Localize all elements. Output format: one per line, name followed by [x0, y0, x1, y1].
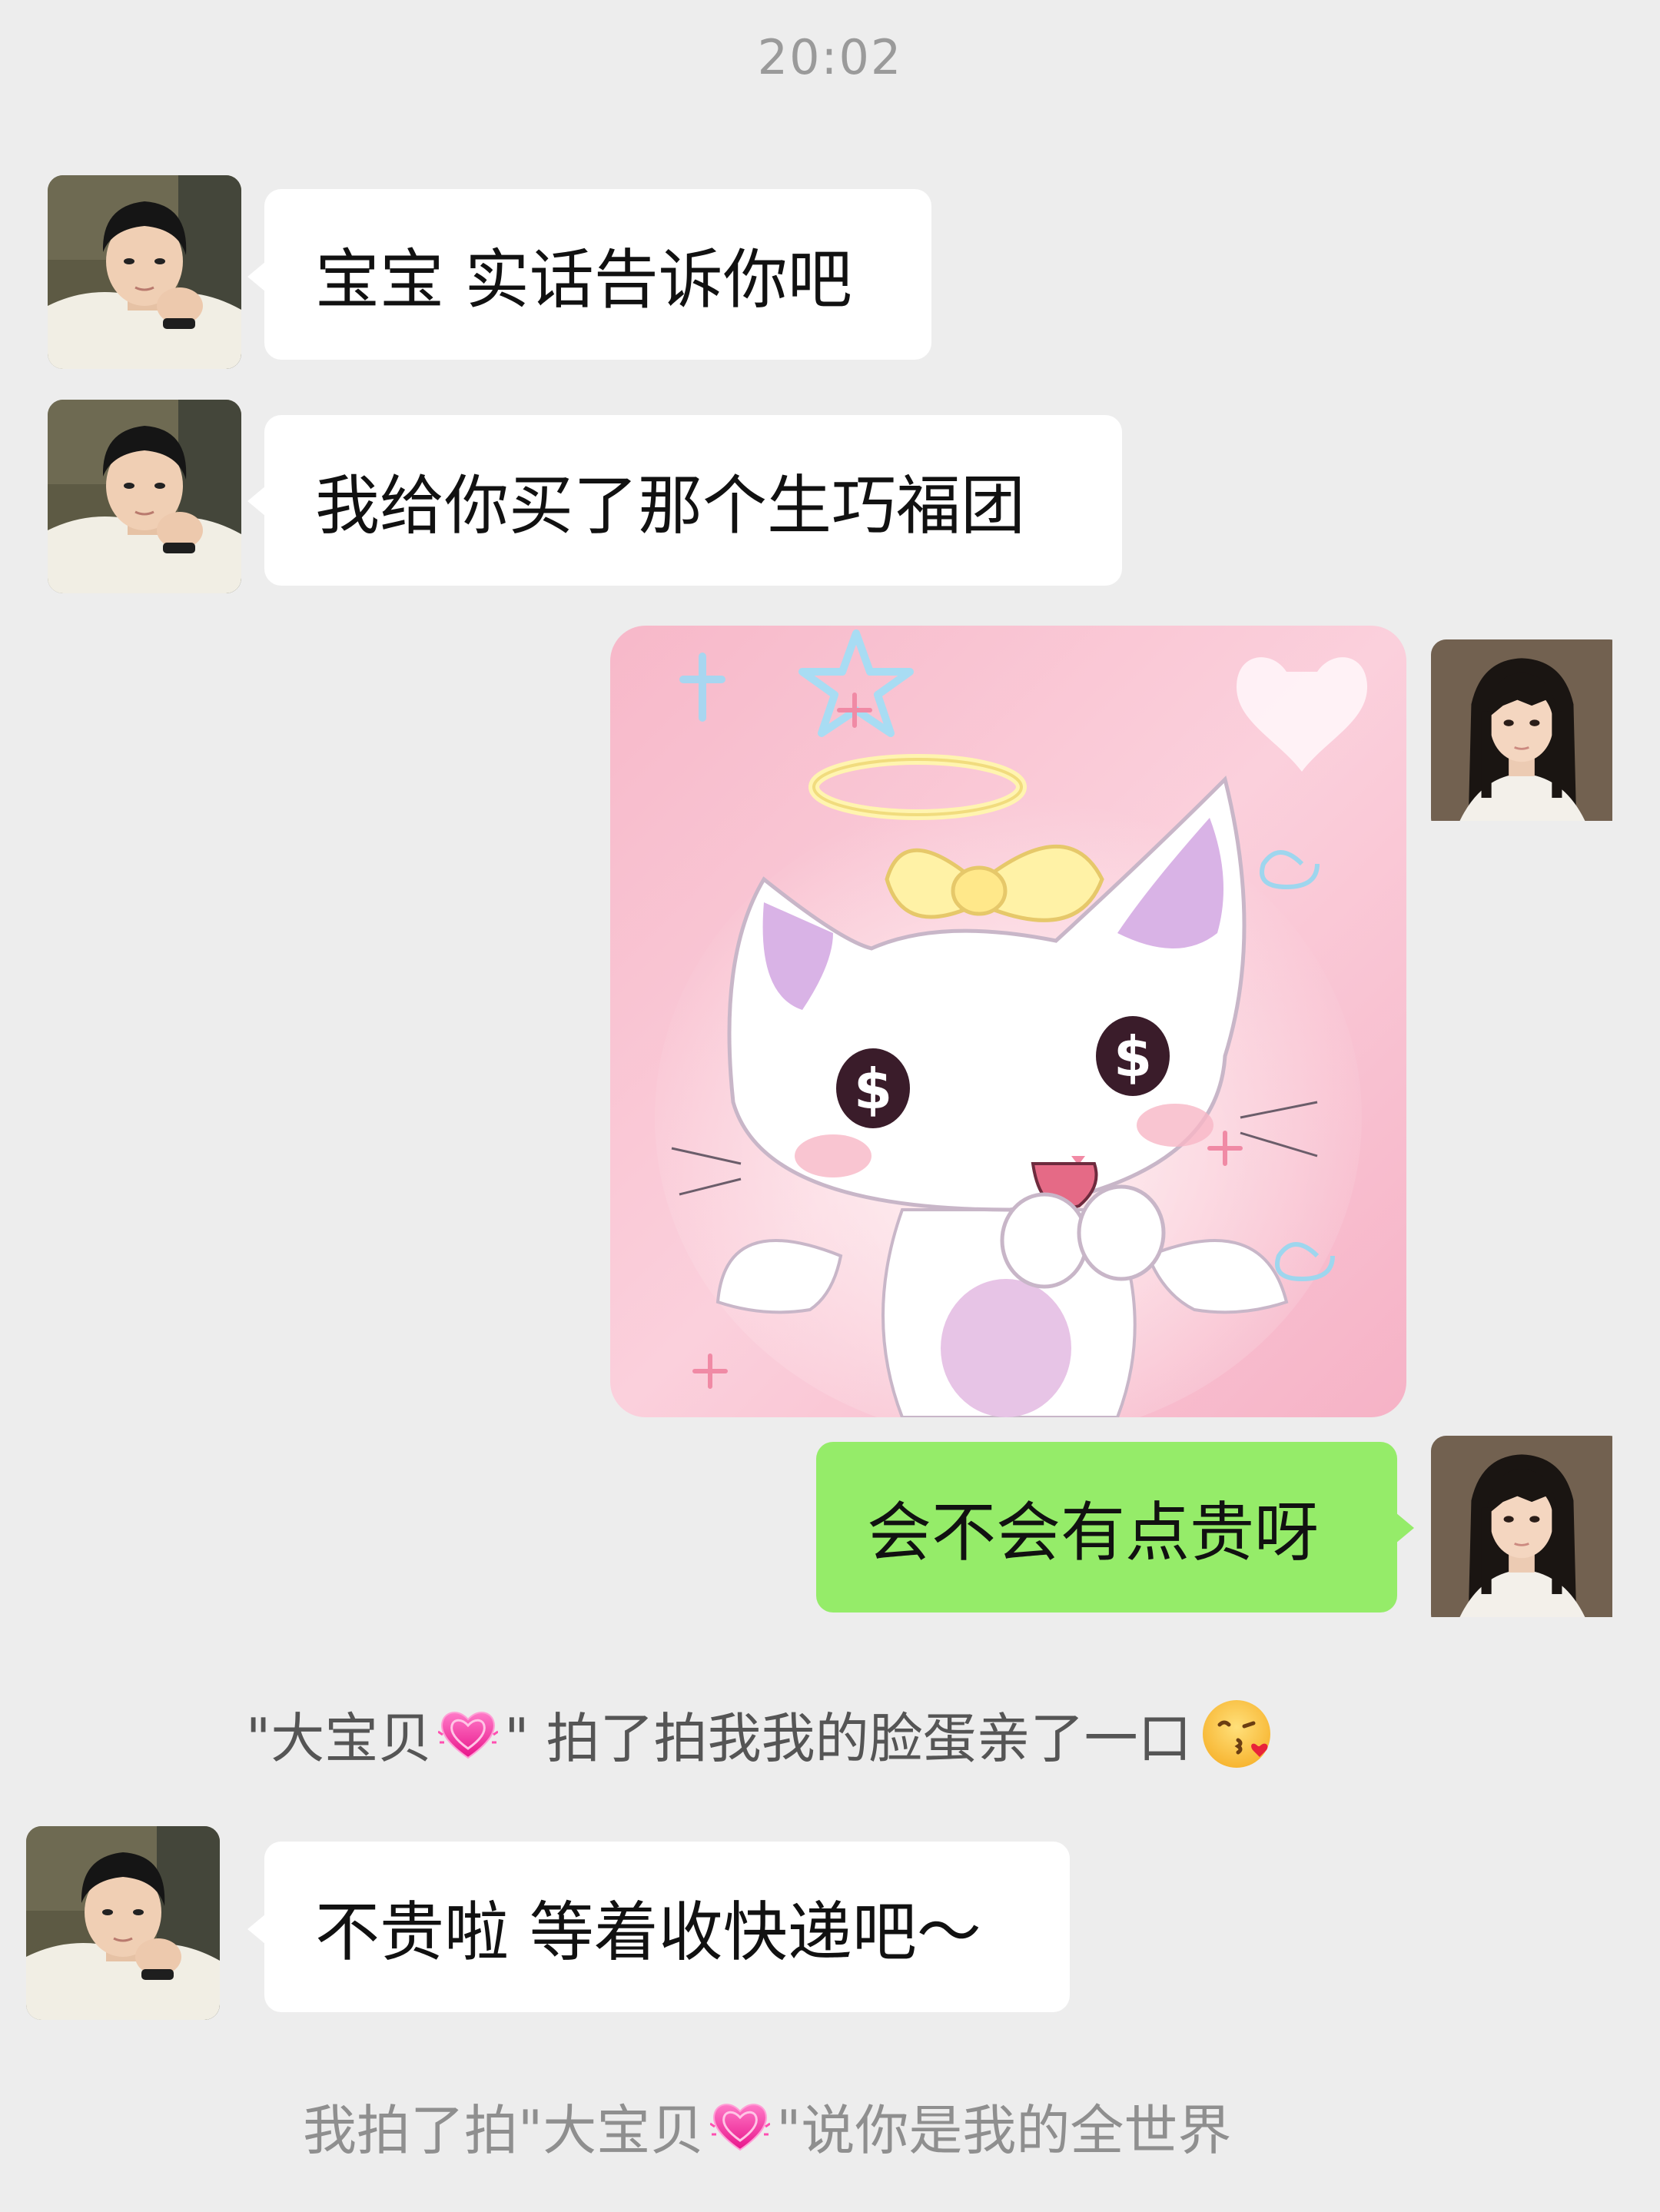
pat-notice-suffix: " 拍了拍我我的脸蛋亲了一口 [504, 1706, 1192, 1770]
user-avatar-image [1431, 1436, 1612, 1617]
user-avatar[interactable] [1431, 639, 1625, 833]
message-text: 宝宝 实话告诉你吧 [315, 241, 852, 317]
contact-avatar[interactable] [48, 175, 241, 369]
pat-notice-suffix: "说你是我的全世界 [776, 2098, 1232, 2162]
message-text: 会不会有点贵呀 [867, 1494, 1320, 1570]
message-text: 不贵啦 等着收快递吧～ [315, 1894, 981, 1970]
pink-heart-icon [710, 2096, 770, 2156]
angel-cat-dollar-eyes-image: $ $ [610, 626, 1406, 1417]
pat-notice-prefix: "大宝贝 [246, 1706, 433, 1770]
bubble-tail [247, 1914, 266, 1945]
svg-text:$: $ [1114, 1025, 1152, 1089]
contact-avatar-image [48, 400, 241, 593]
message-text: 我给你买了那个生巧福团 [315, 467, 1026, 543]
user-avatar[interactable] [1431, 1436, 1625, 1629]
kissing-face-icon [1202, 1700, 1270, 1768]
bubble-tail [1396, 1513, 1414, 1543]
contact-avatar[interactable] [48, 400, 241, 593]
svg-text:$: $ [854, 1057, 892, 1121]
received-message-bubble[interactable]: 不贵啦 等着收快递吧～ [264, 1842, 1070, 2012]
bubble-tail [247, 261, 266, 292]
received-message-bubble[interactable]: 我给你买了那个生巧福团 [264, 415, 1122, 586]
timestamp: 20:02 [757, 29, 903, 85]
contact-avatar-image [26, 1826, 220, 2020]
received-message-bubble[interactable]: 宝宝 实话告诉你吧 [264, 189, 931, 360]
pat-notice: 我拍了拍"大宝贝 "说你是我的全世界 [303, 2080, 1231, 2172]
user-avatar-image [1431, 639, 1612, 821]
pat-notice: "大宝贝 " 拍了拍我我的脸蛋亲了一口 [246, 1688, 1275, 1780]
image-message[interactable]: $ $ [610, 626, 1406, 1417]
pink-heart-icon [438, 1704, 498, 1764]
contact-avatar-image [48, 175, 241, 369]
pat-notice-prefix: 我拍了拍"大宝贝 [303, 2098, 705, 2162]
sent-message-bubble[interactable]: 会不会有点贵呀 [816, 1442, 1397, 1613]
contact-avatar[interactable] [26, 1826, 220, 2020]
bubble-tail [247, 486, 266, 516]
